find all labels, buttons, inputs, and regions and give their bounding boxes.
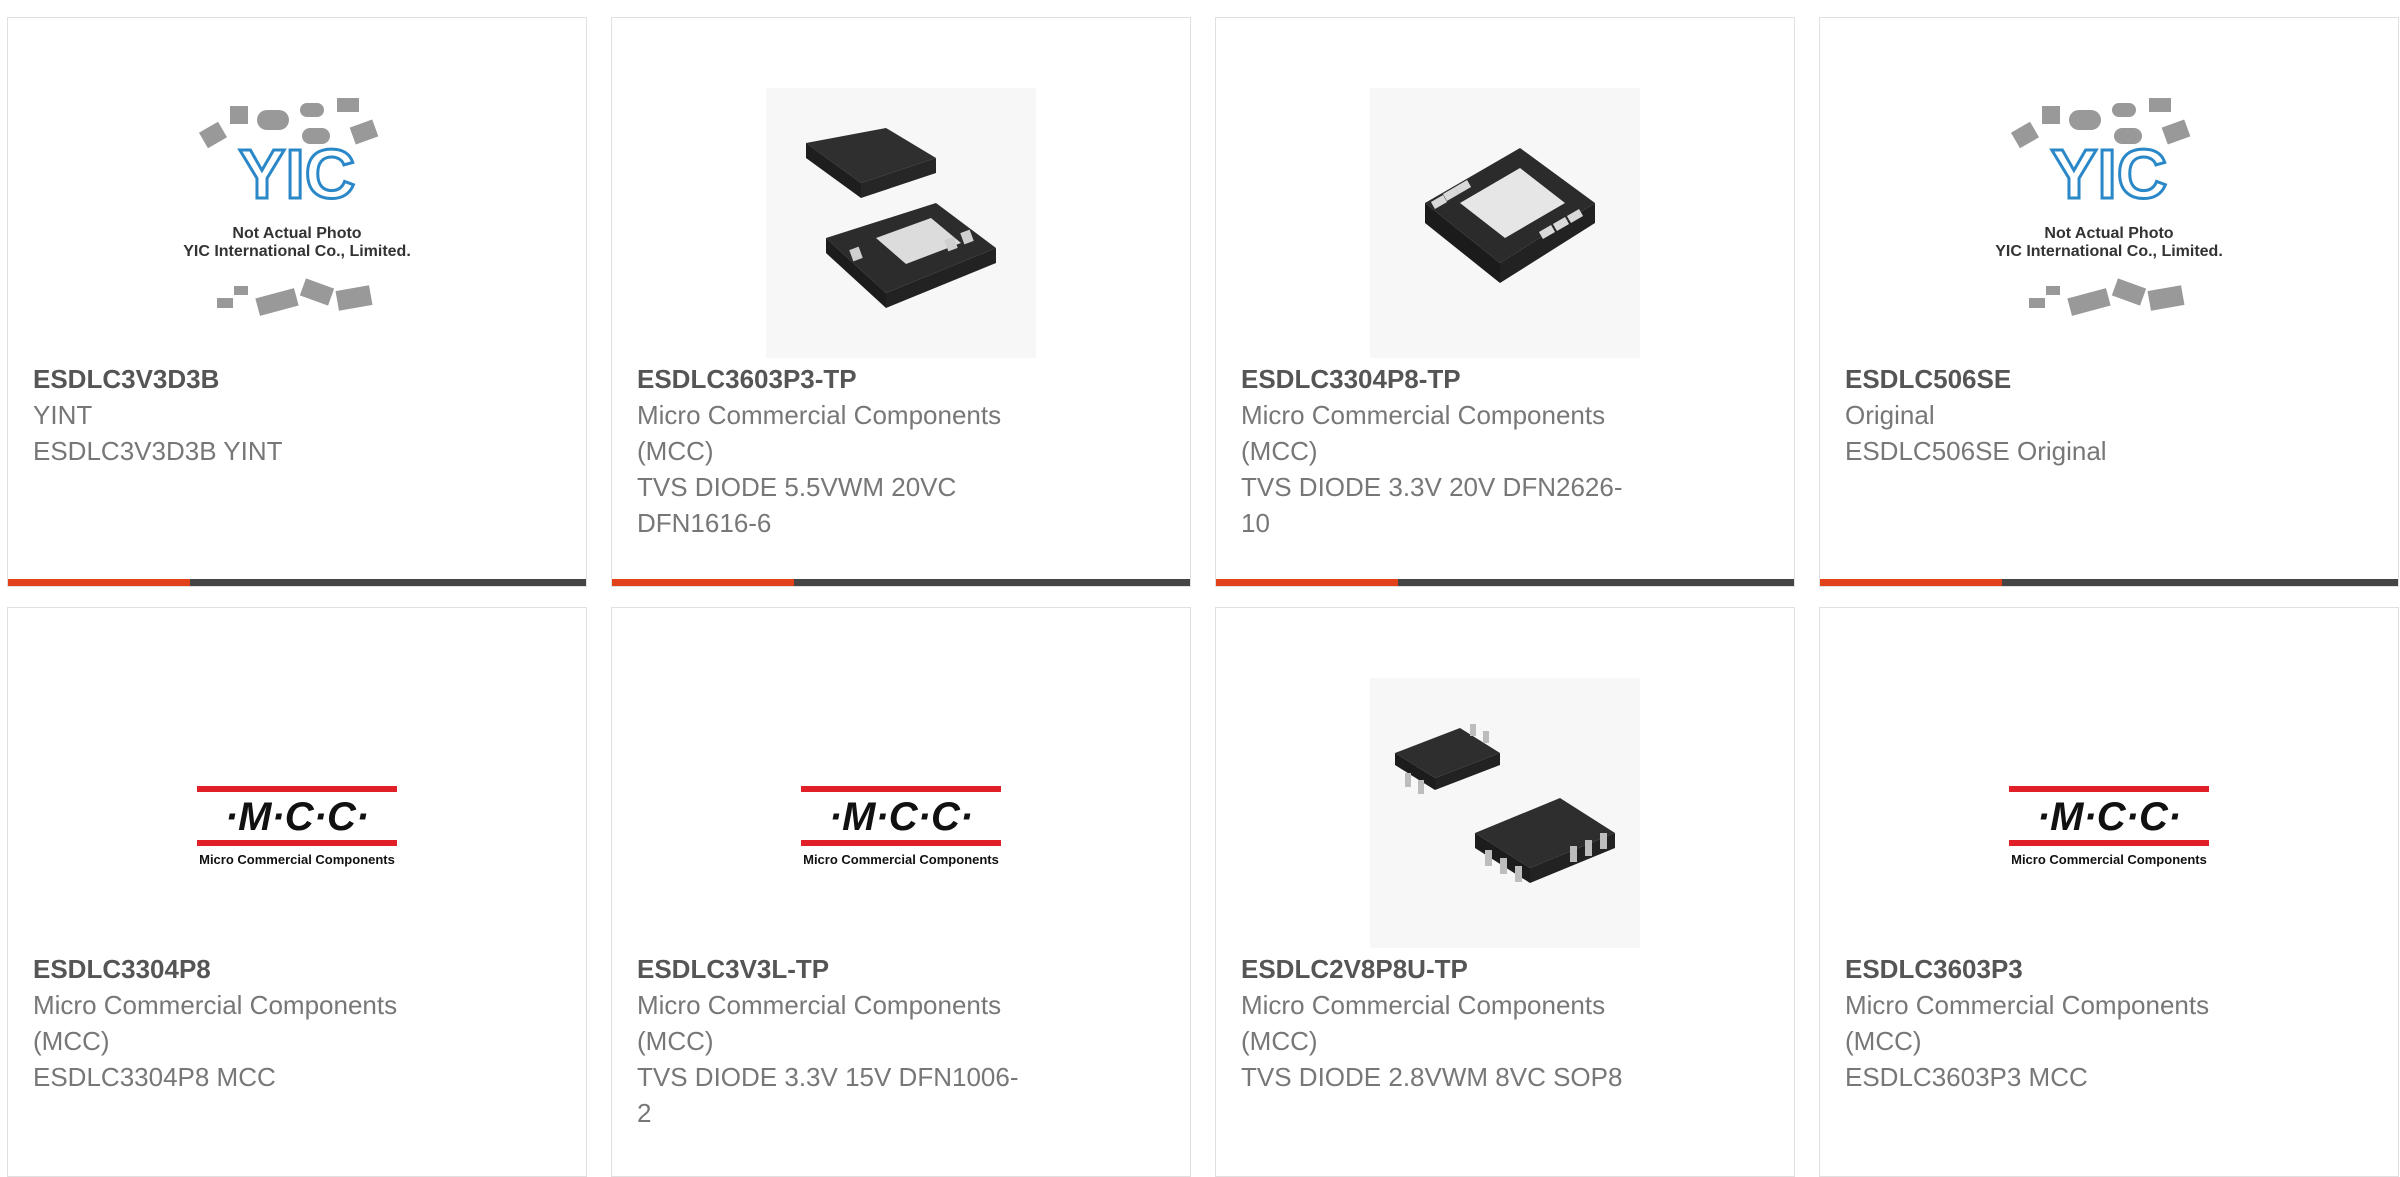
product-image[interactable]: YIC Not Actual Photo YIC International C… xyxy=(8,88,586,358)
card-bottom-accent xyxy=(1216,579,1398,586)
card-bottom-accent xyxy=(1820,579,2002,586)
description: ESDLC3603P3 MCC xyxy=(1845,1062,2088,1092)
product-info: ESDLC3304P8 Micro Commercial Components … xyxy=(33,951,463,1095)
product-info: ESDLC3603P3-TP Micro Commercial Componen… xyxy=(637,361,1067,541)
part-number[interactable]: ESDLC3V3D3B xyxy=(33,361,463,397)
manufacturer-abbr: (MCC) xyxy=(637,1026,714,1056)
product-image[interactable]: YIC Not Actual Photo YIC International C… xyxy=(1820,88,2398,358)
mcc-logo: ·M·C·C· Micro Commercial Components xyxy=(197,786,397,867)
manufacturer-abbr: (MCC) xyxy=(1241,436,1318,466)
card-bottom-bar xyxy=(8,579,586,586)
product-card[interactable]: ·M·C·C· Micro Commercial Components ESDL… xyxy=(611,607,1191,1177)
description: ESDLC506SE Original xyxy=(1845,436,2107,466)
svg-text:Micro Commercial Components: Micro Commercial Components xyxy=(199,852,395,867)
sop8-chip-photo xyxy=(1370,678,1640,948)
part-number[interactable]: ESDLC506SE xyxy=(1845,361,2275,397)
card-bottom-accent xyxy=(612,579,794,586)
svg-text:YIC: YIC xyxy=(239,135,356,213)
description: TVS DIODE 3.3V 15V DFN1006- xyxy=(637,1062,1019,1092)
card-bottom-bar xyxy=(612,579,1190,586)
part-number[interactable]: ESDLC2V8P8U-TP xyxy=(1241,951,1671,987)
svg-text:YIC International Co., Limited: YIC International Co., Limited. xyxy=(183,243,411,260)
manufacturer: Micro Commercial Components xyxy=(637,990,1002,1020)
product-card[interactable]: YIC Not Actual Photo YIC International C… xyxy=(1819,17,2399,587)
svg-text:·M·C·C·: ·M·C·C· xyxy=(2037,795,2181,839)
dfn10-chip-photo xyxy=(1370,88,1640,358)
product-card[interactable]: YIC Not Actual Photo YIC International C… xyxy=(7,17,587,587)
product-info: ESDLC3603P3 Micro Commercial Components … xyxy=(1845,951,2275,1095)
product-image[interactable]: ·M·C·C· Micro Commercial Components xyxy=(612,678,1190,948)
manufacturer-abbr: (MCC) xyxy=(1845,1026,1922,1056)
part-number[interactable]: ESDLC3304P8 xyxy=(33,951,463,987)
product-image[interactable] xyxy=(1216,88,1794,358)
description: ESDLC3V3D3B YINT xyxy=(33,436,283,466)
svg-text:YIC International Co., Limited: YIC International Co., Limited. xyxy=(1995,243,2223,260)
product-card[interactable]: ESDLC2V8P8U-TP Micro Commercial Componen… xyxy=(1215,607,1795,1177)
manufacturer: Micro Commercial Components xyxy=(33,990,398,1020)
product-info: ESDLC3304P8-TP Micro Commercial Componen… xyxy=(1241,361,1671,541)
mcc-logo: ·M·C·C· Micro Commercial Components xyxy=(801,786,1001,867)
part-number[interactable]: ESDLC3V3L-TP xyxy=(637,951,1067,987)
card-bottom-bar xyxy=(1216,579,1794,586)
product-card[interactable]: ·M·C·C· Micro Commercial Components ESDL… xyxy=(7,607,587,1177)
svg-text:YIC: YIC xyxy=(2051,135,2168,213)
svg-text:Not Actual Photo: Not Actual Photo xyxy=(232,225,361,242)
svg-text:·M·C·C·: ·M·C·C· xyxy=(225,795,369,839)
card-bottom-bar xyxy=(1820,579,2398,586)
svg-text:·M·C·C·: ·M·C·C· xyxy=(829,795,973,839)
description-cont: DFN1616-6 xyxy=(637,508,772,538)
product-info: ESDLC3V3L-TP Micro Commercial Components… xyxy=(637,951,1067,1131)
description: TVS DIODE 3.3V 20V DFN2626- xyxy=(1241,472,1623,502)
manufacturer: Micro Commercial Components xyxy=(1241,400,1606,430)
yic-placeholder-image: YIC Not Actual Photo YIC International C… xyxy=(1995,98,2223,316)
manufacturer-abbr: (MCC) xyxy=(637,436,714,466)
product-info: ESDLC3V3D3B YINT ESDLC3V3D3B YINT xyxy=(33,361,463,469)
product-grid: YIC Not Actual Photo YIC International C… xyxy=(0,0,2400,1177)
dfn6-chip-photo xyxy=(766,88,1036,358)
manufacturer-abbr: (MCC) xyxy=(33,1026,110,1056)
product-card[interactable]: ·M·C·C· Micro Commercial Components ESDL… xyxy=(1819,607,2399,1177)
product-image[interactable] xyxy=(1216,678,1794,948)
card-bottom-accent xyxy=(8,579,190,586)
manufacturer: Micro Commercial Components xyxy=(1241,990,1606,1020)
description: ESDLC3304P8 MCC xyxy=(33,1062,276,1092)
svg-text:Micro Commercial Components: Micro Commercial Components xyxy=(803,852,999,867)
svg-text:Not Actual Photo: Not Actual Photo xyxy=(2044,225,2173,242)
manufacturer-abbr: (MCC) xyxy=(1241,1026,1318,1056)
product-image[interactable] xyxy=(612,88,1190,358)
manufacturer: Original xyxy=(1845,400,1935,430)
product-image[interactable]: ·M·C·C· Micro Commercial Components xyxy=(8,678,586,948)
description-cont: 2 xyxy=(637,1098,652,1128)
manufacturer: Micro Commercial Components xyxy=(637,400,1002,430)
part-number[interactable]: ESDLC3603P3 xyxy=(1845,951,2275,987)
part-number[interactable]: ESDLC3304P8-TP xyxy=(1241,361,1671,397)
description: TVS DIODE 5.5VWM 20VC xyxy=(637,472,957,502)
manufacturer: YINT xyxy=(33,400,93,430)
manufacturer: Micro Commercial Components xyxy=(1845,990,2210,1020)
yic-placeholder-image: YIC Not Actual Photo YIC International C… xyxy=(183,98,411,316)
product-card[interactable]: ESDLC3304P8-TP Micro Commercial Componen… xyxy=(1215,17,1795,587)
description-cont: 10 xyxy=(1241,508,1270,538)
product-card[interactable]: ESDLC3603P3-TP Micro Commercial Componen… xyxy=(611,17,1191,587)
product-info: ESDLC2V8P8U-TP Micro Commercial Componen… xyxy=(1241,951,1671,1095)
description: TVS DIODE 2.8VWM 8VC SOP8 xyxy=(1241,1062,1623,1092)
product-info: ESDLC506SE Original ESDLC506SE Original xyxy=(1845,361,2275,469)
mcc-logo: ·M·C·C· Micro Commercial Components xyxy=(2009,786,2209,867)
product-image[interactable]: ·M·C·C· Micro Commercial Components xyxy=(1820,678,2398,948)
svg-text:Micro Commercial Components: Micro Commercial Components xyxy=(2011,852,2207,867)
part-number[interactable]: ESDLC3603P3-TP xyxy=(637,361,1067,397)
